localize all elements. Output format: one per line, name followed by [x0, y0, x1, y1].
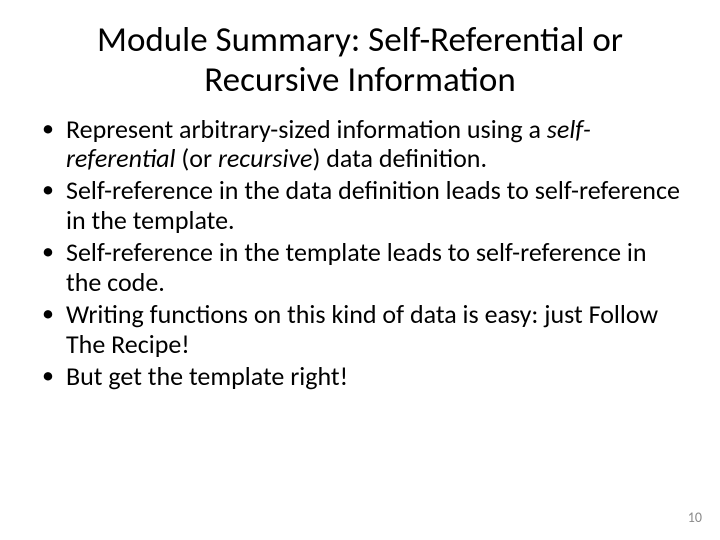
bullet-item: Self-reference in the template leads to … — [36, 238, 684, 298]
slide-title: Module Summary: Self-Referential or Recu… — [0, 0, 720, 109]
bullet-item: Writing functions on this kind of data i… — [36, 300, 684, 360]
bullet-text: But get the template right! — [66, 360, 348, 392]
bullet-item: But get the template right! — [36, 362, 684, 392]
page-number: 10 — [688, 509, 702, 526]
slide-body: Represent arbitrary-sized information us… — [0, 109, 720, 392]
bullet-list: Represent arbitrary-sized information us… — [36, 115, 684, 392]
bullet-text: Represent arbitrary-sized information us… — [66, 113, 547, 145]
bullet-item: Self-reference in the data definition le… — [36, 176, 684, 236]
bullet-text: (or — [176, 142, 218, 174]
bullet-item: Represent arbitrary-sized information us… — [36, 115, 684, 175]
bullet-text: Self-reference in the template leads to … — [66, 236, 647, 298]
slide: Module Summary: Self-Referential or Recu… — [0, 0, 720, 540]
bullet-text: Writing functions on this kind of data i… — [66, 298, 658, 360]
bullet-text: ) data definition. — [312, 142, 487, 174]
bullet-text: Self-reference in the data definition le… — [66, 174, 680, 236]
bullet-text-italic: recursive — [218, 142, 313, 174]
